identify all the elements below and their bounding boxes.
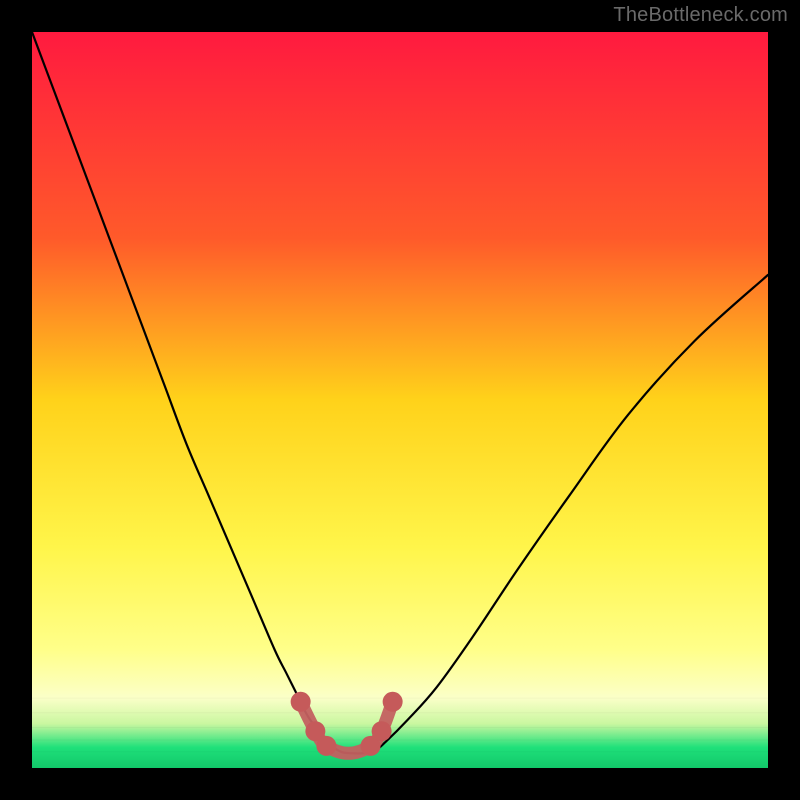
gradient-background — [32, 32, 768, 768]
stage: TheBottleneck.com — [0, 0, 800, 800]
watermark-text: TheBottleneck.com — [613, 4, 788, 27]
accent-dot — [383, 692, 403, 712]
accent-dot — [291, 692, 311, 712]
chart-svg — [32, 32, 768, 768]
plot-area — [32, 32, 768, 768]
accent-dot — [316, 736, 336, 756]
accent-dot — [372, 721, 392, 741]
